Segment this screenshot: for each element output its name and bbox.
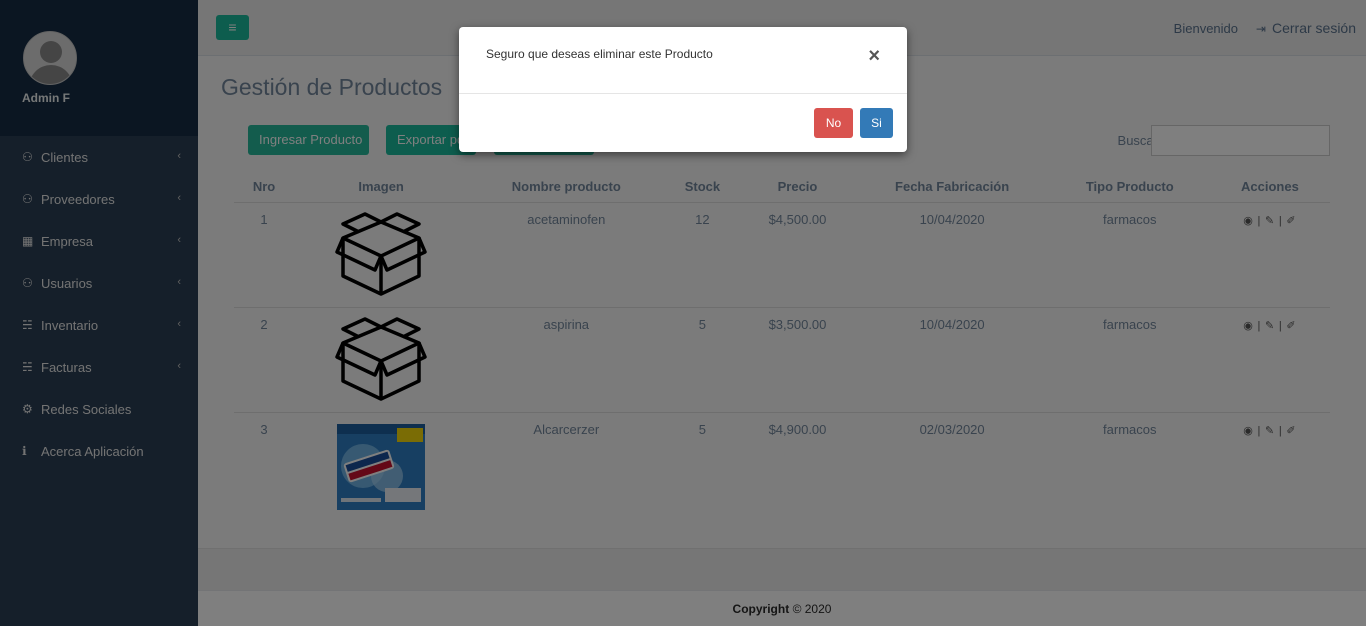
close-icon[interactable]: ×	[868, 45, 880, 67]
modal-header: Seguro que deseas eliminar este Producto…	[459, 27, 907, 94]
delete-confirm-dialog: Seguro que deseas eliminar este Producto…	[459, 27, 907, 152]
no-button[interactable]: No	[814, 108, 853, 138]
yes-button[interactable]: Si	[860, 108, 893, 138]
modal-message: Seguro que deseas eliminar este Producto	[486, 47, 713, 61]
